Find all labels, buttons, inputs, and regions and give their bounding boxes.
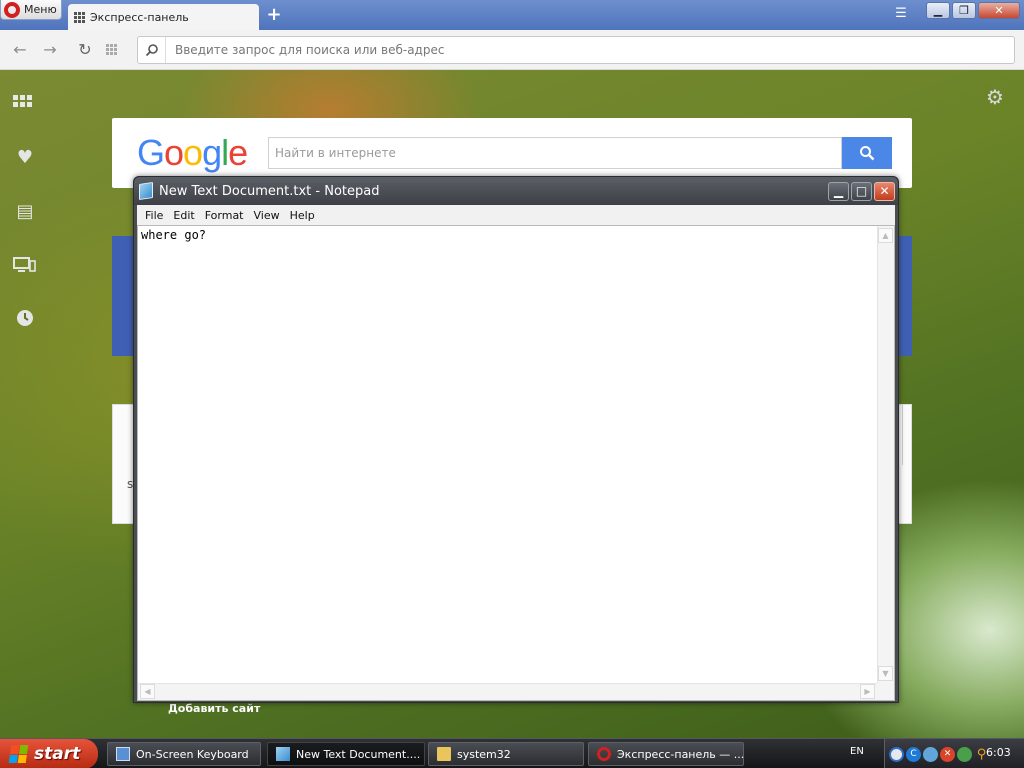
new-tab-button[interactable]: +: [266, 6, 282, 24]
google-logo: Google: [137, 132, 248, 173]
task-opera-browser[interactable]: Экспресс-панель — ...: [588, 742, 744, 766]
notepad-content[interactable]: where go?: [141, 228, 206, 242]
tray-c-icon[interactable]: C: [906, 746, 921, 762]
gear-icon[interactable]: ⚙: [984, 86, 1006, 108]
speed-dial-grid-icon[interactable]: [106, 42, 126, 62]
speed-dial-icon: [74, 11, 85, 23]
opera-logo-icon: [4, 1, 20, 18]
notepad-text-area[interactable]: where go? ▲ ▼ ◀ ▶: [137, 225, 895, 701]
notepad-minimize-button[interactable]: ▁: [828, 182, 849, 201]
reload-icon[interactable]: ↻: [75, 40, 95, 60]
search-icon: [138, 37, 166, 63]
folder-icon: [437, 747, 451, 761]
menu-format[interactable]: Format: [201, 209, 250, 222]
language-indicator[interactable]: EN: [850, 746, 866, 762]
add-site-label[interactable]: Добавить сайт: [168, 702, 260, 715]
browser-tab-bar: Меню Экспресс-панель + ☰ ▁ ❐ ✕: [0, 0, 1024, 30]
notepad-title: New Text Document.txt - Notepad: [159, 183, 380, 199]
menu-edit[interactable]: Edit: [169, 209, 200, 222]
browser-restore-button[interactable]: ❐: [952, 2, 976, 19]
notepad-close-button[interactable]: ✕: [874, 182, 895, 201]
opera-task-icon: [597, 747, 611, 761]
scroll-left-arrow-icon[interactable]: ◀: [140, 684, 155, 699]
resize-grip-icon[interactable]: [877, 683, 894, 700]
tab-menu-icon[interactable]: ☰: [892, 6, 910, 24]
tray-network-icon[interactable]: [923, 746, 938, 762]
address-bar[interactable]: Введите запрос для поиска или веб-адрес: [137, 36, 1015, 64]
keyboard-icon: [116, 747, 130, 761]
browser-close-button[interactable]: ✕: [978, 2, 1020, 19]
notepad-menu-bar: File Edit Format View Help: [137, 205, 895, 225]
tray-update-icon[interactable]: [957, 746, 972, 762]
tab-title: Экспресс-панель: [90, 10, 189, 24]
menu-file[interactable]: File: [141, 209, 169, 222]
tray-app-icon[interactable]: [889, 746, 904, 762]
tray-tools-icon[interactable]: ✕: [940, 746, 955, 762]
magnifier-icon: [860, 146, 875, 161]
google-search-placeholder: Найти в интернете: [275, 146, 396, 160]
menu-view[interactable]: View: [250, 209, 286, 222]
address-placeholder: Введите запрос для поиска или веб-адрес: [175, 43, 445, 57]
google-search-input[interactable]: Найти в интернете: [268, 137, 842, 169]
heart-icon[interactable]: ♥: [13, 146, 37, 170]
notepad-maximize-button[interactable]: □: [851, 182, 872, 201]
google-search-button[interactable]: [842, 137, 892, 169]
tab-speed-dial[interactable]: Экспресс-панель: [68, 4, 259, 30]
task-on-screen-keyboard[interactable]: On-Screen Keyboard: [107, 742, 261, 766]
clock[interactable]: 6:03: [986, 746, 1011, 759]
opera-menu-button[interactable]: Меню: [0, 0, 62, 20]
forward-arrow-icon[interactable]: →: [40, 40, 60, 60]
horizontal-scrollbar[interactable]: ◀ ▶: [138, 683, 877, 700]
browser-toolbar: ← → ↻ Введите запрос для поиска или веб-…: [0, 30, 1024, 70]
scroll-right-arrow-icon[interactable]: ▶: [860, 684, 875, 699]
notepad-window: New Text Document.txt - Notepad ▁ □ ✕ Fi…: [133, 176, 899, 703]
back-arrow-icon[interactable]: ←: [10, 40, 30, 60]
task-notepad[interactable]: New Text Document....: [267, 742, 425, 766]
notepad-title-bar[interactable]: New Text Document.txt - Notepad: [134, 177, 898, 205]
history-clock-icon[interactable]: [13, 308, 37, 332]
start-label: start: [34, 744, 81, 764]
windows-flag-icon: [8, 745, 30, 763]
scroll-up-arrow-icon[interactable]: ▲: [878, 228, 893, 243]
notepad-task-icon: [276, 747, 290, 761]
start-button[interactable]: start: [0, 739, 98, 768]
task-system32-folder[interactable]: system32: [428, 742, 584, 766]
news-icon[interactable]: ▤: [13, 200, 37, 224]
speed-dial-sidebar-icon[interactable]: [13, 90, 37, 114]
vertical-scrollbar[interactable]: ▲ ▼: [877, 226, 894, 683]
browser-minimize-button[interactable]: ▁: [926, 2, 950, 19]
scroll-down-arrow-icon[interactable]: ▼: [878, 666, 893, 681]
devices-icon[interactable]: [13, 255, 37, 279]
notepad-icon: [139, 182, 153, 200]
taskbar: start On-Screen Keyboard New Text Docume…: [0, 738, 1024, 768]
opera-menu-label: Меню: [24, 3, 57, 16]
menu-help[interactable]: Help: [286, 209, 321, 222]
